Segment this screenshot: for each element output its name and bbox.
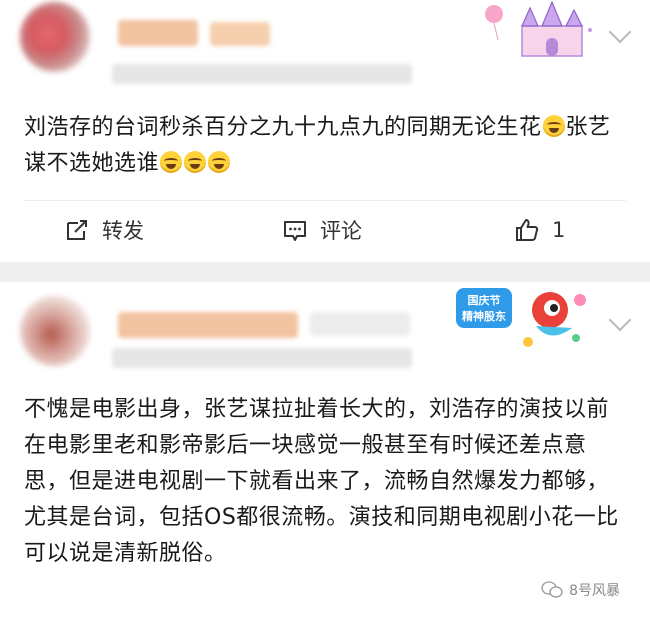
blurred-username[interactable] [118, 312, 298, 338]
laugh-cry-emoji-icon [160, 151, 183, 173]
thumbs-up-icon [516, 219, 539, 241]
repost-button[interactable]: 转发 [64, 210, 144, 250]
wechat-icon [541, 581, 563, 598]
chevron-down-icon[interactable] [608, 20, 632, 44]
blurred-user-badge [210, 22, 270, 46]
laugh-cry-emoji-icon [542, 115, 565, 137]
comment-text: 不愧是电影出身，张艺谋拉扯着长大的，刘浩存的演技以前在电影里老和影帝影后一块感觉… [24, 397, 619, 566]
blurred-timestamp [112, 348, 412, 368]
repost-icon [67, 220, 87, 240]
chevron-down-icon[interactable] [608, 308, 632, 332]
svg-text:国庆节: 国庆节 [468, 293, 501, 307]
like-count: 1 [552, 218, 566, 242]
watermark-text: 8号风暴 [569, 583, 620, 599]
laugh-cry-emoji-icon [184, 151, 207, 173]
blurred-user-badge [310, 312, 410, 336]
divider [24, 200, 626, 201]
avatar[interactable] [20, 296, 90, 366]
repost-label: 转发 [102, 219, 144, 243]
action-bar: 转发 评论 1 [0, 210, 650, 250]
comment-label: 评论 [320, 219, 362, 243]
blurred-timestamp [112, 64, 412, 84]
castle-decoration-icon [485, 0, 592, 57]
comment-icon [284, 221, 306, 241]
comment-button[interactable]: 评论 [282, 210, 362, 250]
comment-text: 刘浩存的台词秒杀百分之九十九点九的同期无论生花 张艺谋不选她选谁 [24, 115, 611, 176]
comment-card-1: 刘浩存的台词秒杀百分之九十九点九的同期无论生花 张艺谋不选她选谁 转发 评论 1 [0, 0, 650, 262]
svg-text:精神股东: 精神股东 [462, 309, 506, 323]
blurred-username[interactable] [118, 20, 198, 46]
watermark: 8号风暴 [541, 580, 620, 600]
national-day-badge-icon: 国庆节 精神股东 [456, 288, 586, 347]
section-divider [0, 262, 650, 282]
comment-card-2: 国庆节 精神股东 不愧是电影出身，张艺谋拉扯着长大的，刘浩存的演技以前在电影里老… [0, 282, 650, 618]
avatar[interactable] [20, 2, 90, 72]
laugh-cry-emoji-icon [208, 151, 231, 173]
like-button[interactable]: 1 [514, 210, 565, 250]
